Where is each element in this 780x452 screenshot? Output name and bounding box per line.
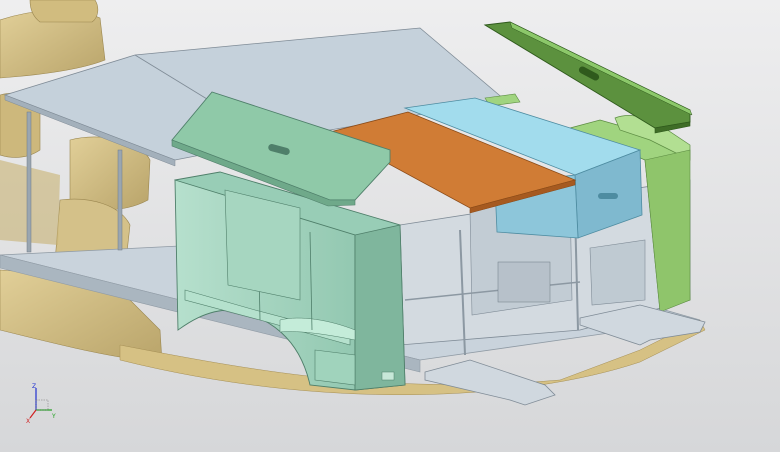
drawer-handle-slot[interactable] xyxy=(598,193,618,199)
z-axis-label: Z xyxy=(32,383,36,390)
model-scene[interactable] xyxy=(0,0,780,452)
axis-triad: Z Y X xyxy=(26,383,56,424)
x-axis xyxy=(29,409,37,419)
cad-3d-viewport[interactable]: Z Y X xyxy=(0,0,780,452)
x-axis-label: X xyxy=(26,418,30,424)
support-leg-mid xyxy=(117,149,123,251)
y-axis-label: Y xyxy=(51,413,56,420)
support-leg-left xyxy=(26,111,32,253)
